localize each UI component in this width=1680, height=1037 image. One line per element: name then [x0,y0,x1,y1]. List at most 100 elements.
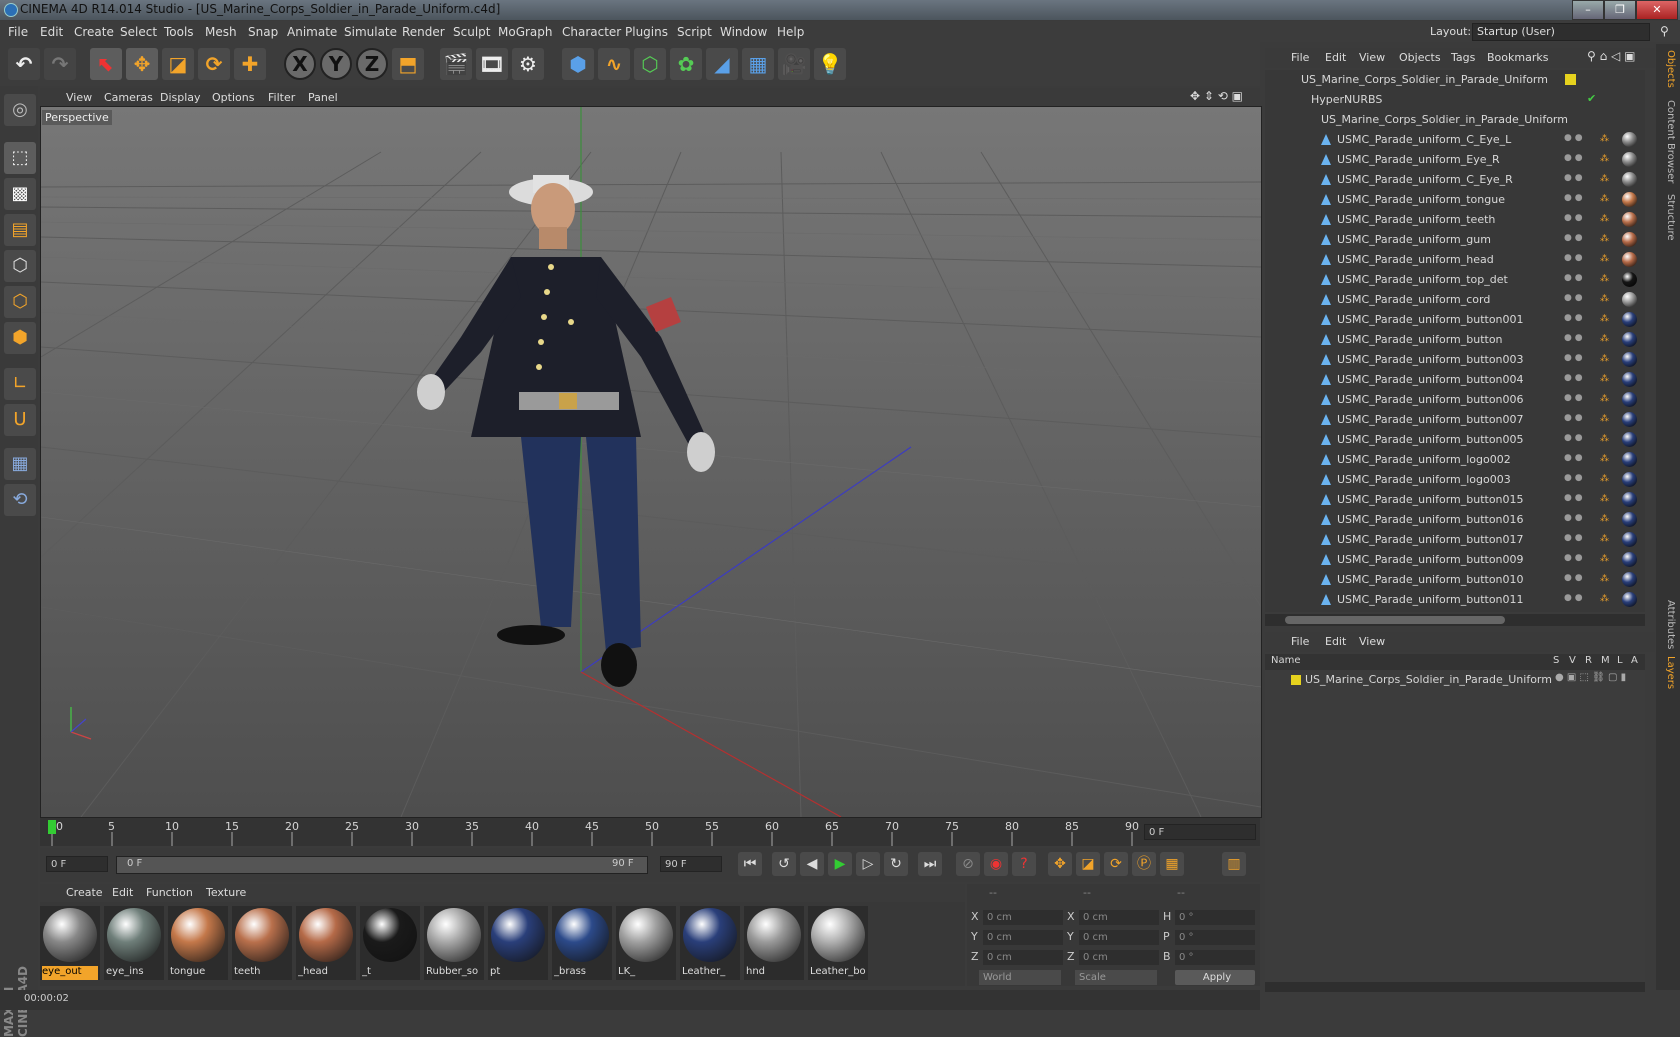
tree-row[interactable]: USMC_Parade_uniform_C_Eye_L ● ● ⁂ [1265,130,1645,150]
close-button[interactable]: ✕ [1636,0,1678,20]
menu-tools[interactable]: Tools [164,25,194,39]
tree-row[interactable]: USMC_Parade_uniform_button009 ● ● ⁂ [1265,550,1645,570]
world-select[interactable]: World [979,970,1061,985]
visibility-dots-icon[interactable]: ● ● [1564,373,1588,383]
texture-tag-icon[interactable]: ⁂ [1600,234,1609,246]
material-tag-icon[interactable] [1622,212,1637,227]
material-tag-icon[interactable] [1622,252,1637,267]
texture-tag-icon[interactable]: ⁂ [1600,374,1609,386]
current-frame-field[interactable]: 0 F [1144,824,1256,840]
texture-tag-icon[interactable]: ⁂ [1600,274,1609,286]
workplane-grid-icon[interactable]: ▦ [4,448,36,480]
key-position-icon[interactable]: ✥ [1048,852,1072,876]
spline-pen-icon[interactable]: ∿ [598,48,630,80]
layer-menu-edit[interactable]: Edit [1325,635,1346,648]
apply-button[interactable]: Apply [1175,970,1255,985]
enabled-check-icon[interactable]: ✔ [1587,92,1596,105]
x-axis-lock-icon[interactable]: X [284,48,316,80]
obj-menu-bookmarks[interactable]: Bookmarks [1487,51,1548,64]
visibility-dots-icon[interactable]: ● ● [1564,533,1588,543]
locked-workplane-icon[interactable]: ⟲ [4,484,36,516]
live-selection-icon[interactable]: ⬉ [90,48,122,80]
tree-row[interactable]: USMC_Parade_uniform_button001 ● ● ⁂ [1265,310,1645,330]
render-picture-viewer-icon[interactable]: 🎞 [476,48,508,80]
mat-menu-edit[interactable]: Edit [112,886,133,899]
tab-content-browser[interactable]: Content Browser [1658,100,1676,183]
rot-p-field[interactable]: 0 ° [1175,930,1255,945]
visibility-dots-icon[interactable]: ● ● [1564,153,1588,163]
vp-menu-display[interactable]: Display [160,91,201,104]
texture-tag-icon[interactable]: ⁂ [1600,334,1609,346]
visibility-dots-icon[interactable]: ● ● [1564,173,1588,183]
material-tag-icon[interactable] [1622,152,1637,167]
material-swatch[interactable]: _brass [552,906,612,980]
visibility-dots-icon[interactable]: ● ● [1564,413,1588,423]
material-tag-icon[interactable] [1622,412,1637,427]
render-view-icon[interactable]: 🎬 [440,48,472,80]
tree-row[interactable]: USMC_Parade_uniform_button005 ● ● ⁂ [1265,430,1645,450]
obj-manager-nav-icons[interactable]: ⚲ ⌂ ◁ ▣ [1587,49,1635,63]
play-icon[interactable]: ▶ [828,852,852,876]
visibility-dots-icon[interactable]: ● ● [1564,213,1588,223]
goto-start-icon[interactable]: ⏮ [738,852,762,876]
tree-row[interactable]: USMC_Parade_uniform_tongue ● ● ⁂ [1265,190,1645,210]
visibility-dots-icon[interactable]: ● ● [1564,473,1588,483]
make-editable-icon[interactable]: ◎ [4,94,36,126]
key-scale-icon[interactable]: ◪ [1076,852,1100,876]
tree-row[interactable]: USMC_Parade_uniform_button004 ● ● ⁂ [1265,370,1645,390]
tree-row[interactable]: USMC_Parade_uniform_button010 ● ● ⁂ [1265,570,1645,590]
visibility-dots-icon[interactable]: ● ● [1564,233,1588,243]
visibility-dots-icon[interactable]: ● ● [1564,253,1588,263]
material-swatch[interactable]: LK_ [616,906,676,980]
material-swatch[interactable]: Leather_ [680,906,740,980]
y-axis-lock-icon[interactable]: Y [320,48,352,80]
texture-tag-icon[interactable]: ⁂ [1600,294,1609,306]
tab-objects[interactable]: Objects [1658,50,1676,88]
visibility-dots-icon[interactable]: ● ● [1564,573,1588,583]
visibility-dots-icon[interactable]: ● ● [1564,433,1588,443]
edges-mode-icon[interactable]: ⬡ [4,286,36,318]
material-tag-icon[interactable] [1622,532,1637,547]
texture-tag-icon[interactable]: ⁂ [1600,474,1609,486]
vp-menu-filter[interactable]: Filter [268,91,295,104]
obj-menu-view[interactable]: View [1359,51,1385,64]
model-mode-icon[interactable]: ⬚ [4,142,36,174]
visibility-dots-icon[interactable]: ● ● [1564,593,1588,603]
tree-row[interactable]: USMC_Parade_uniform_button003 ● ● ⁂ [1265,350,1645,370]
menu-animate[interactable]: Animate [287,25,337,39]
search-icon[interactable]: ⚲ [1660,24,1669,38]
vp-menu-view[interactable]: View [66,91,92,104]
size-x-field[interactable]: 0 cm [1079,910,1159,925]
material-tag-icon[interactable] [1622,492,1637,507]
material-tag-icon[interactable] [1622,312,1637,327]
z-axis-lock-icon[interactable]: Z [356,48,388,80]
texture-tag-icon[interactable]: ⁂ [1600,574,1609,586]
visibility-dots-icon[interactable]: ● ● [1564,493,1588,503]
edit-render-settings-icon[interactable]: ⚙ [512,48,544,80]
coordinate-system-icon[interactable]: ⬒ [392,48,424,80]
material-swatch[interactable]: eye_ins [104,906,164,980]
key-parameter-icon[interactable]: Ⓟ [1132,852,1156,876]
scale-select[interactable]: Scale [1075,970,1157,985]
texture-tag-icon[interactable]: ⁂ [1600,494,1609,506]
material-tag-icon[interactable] [1622,512,1637,527]
texture-tag-icon[interactable]: ⁂ [1600,514,1609,526]
menu-edit[interactable]: Edit [40,25,63,39]
tree-row[interactable]: USMC_Parade_uniform_button006 ● ● ⁂ [1265,390,1645,410]
array-generator-icon[interactable]: ✿ [670,48,702,80]
menu-window[interactable]: Window [720,25,767,39]
menu-snap[interactable]: Snap [248,25,278,39]
layer-menu-view[interactable]: View [1359,635,1385,648]
camera-icon[interactable]: 🎥 [778,48,810,80]
size-z-field[interactable]: 0 cm [1079,950,1159,965]
rot-b-field[interactable]: 0 ° [1175,950,1255,965]
light-icon[interactable]: 💡 [814,48,846,80]
material-swatch[interactable]: Leather_bo [808,906,868,980]
tree-row-root[interactable]: US_Marine_Corps_Soldier_in_Parade_Unifor… [1265,70,1645,90]
vp-menu-panel[interactable]: Panel [308,91,338,104]
tree-row[interactable]: USMC_Parade_uniform_head ● ● ⁂ [1265,250,1645,270]
menu-plugins[interactable]: Plugins [625,25,668,39]
texture-tag-icon[interactable]: ⁂ [1600,354,1609,366]
material-tag-icon[interactable] [1622,192,1637,207]
texture-tag-icon[interactable]: ⁂ [1600,134,1609,146]
